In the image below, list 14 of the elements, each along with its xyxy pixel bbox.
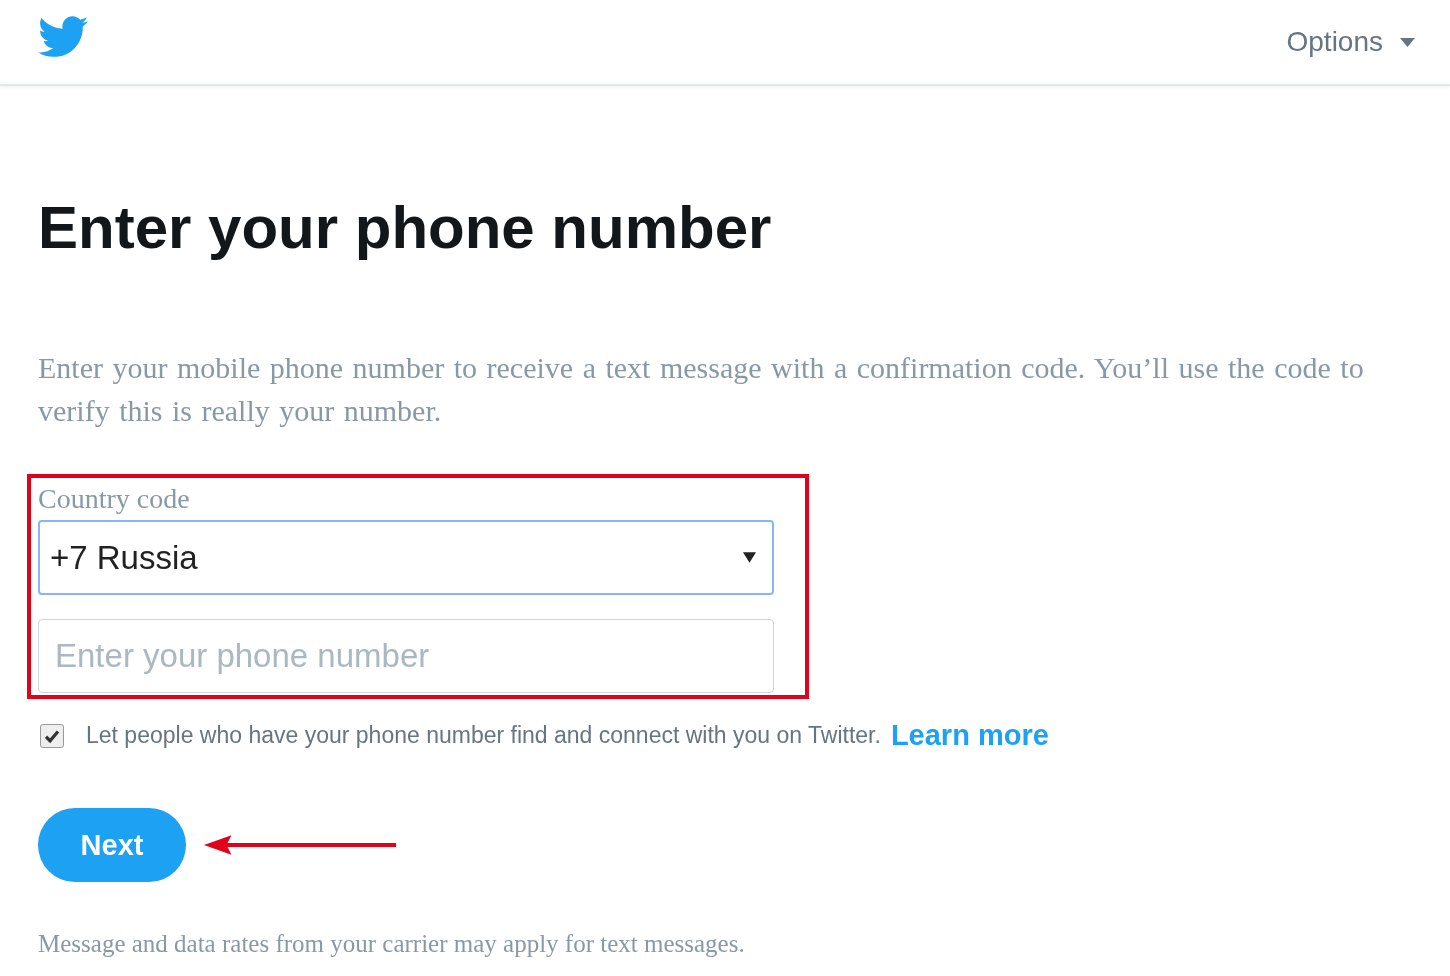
- page-title: Enter your phone number: [38, 194, 773, 262]
- caret-icon: [1399, 37, 1416, 47]
- footer-note: Message and data rates from your carrier may apply for text messages.: [38, 930, 746, 958]
- dropdown-arrow-icon: [743, 552, 756, 563]
- country-code-label: Country code: [38, 482, 191, 516]
- options-menu[interactable]: Options: [1286, 26, 1416, 58]
- checkbox[interactable]: [40, 723, 64, 748]
- phone-input-field[interactable]: Enter your phone number: [38, 619, 774, 693]
- learn-more-link[interactable]: Learn more: [890, 719, 1049, 752]
- bird-logo-icon[interactable]: [38, 16, 88, 58]
- checkbox-label: Let people who have your phone number find and connect with you on Twitter.: [86, 722, 881, 749]
- country-code-select[interactable]: +7 Russia: [38, 520, 774, 595]
- description-text: Enter your mobile phone number to receive a text message with a confirmation code. You’ll use the code to verify this is really your number.: [38, 350, 1365, 429]
- next-button[interactable]: Next: [38, 808, 186, 882]
